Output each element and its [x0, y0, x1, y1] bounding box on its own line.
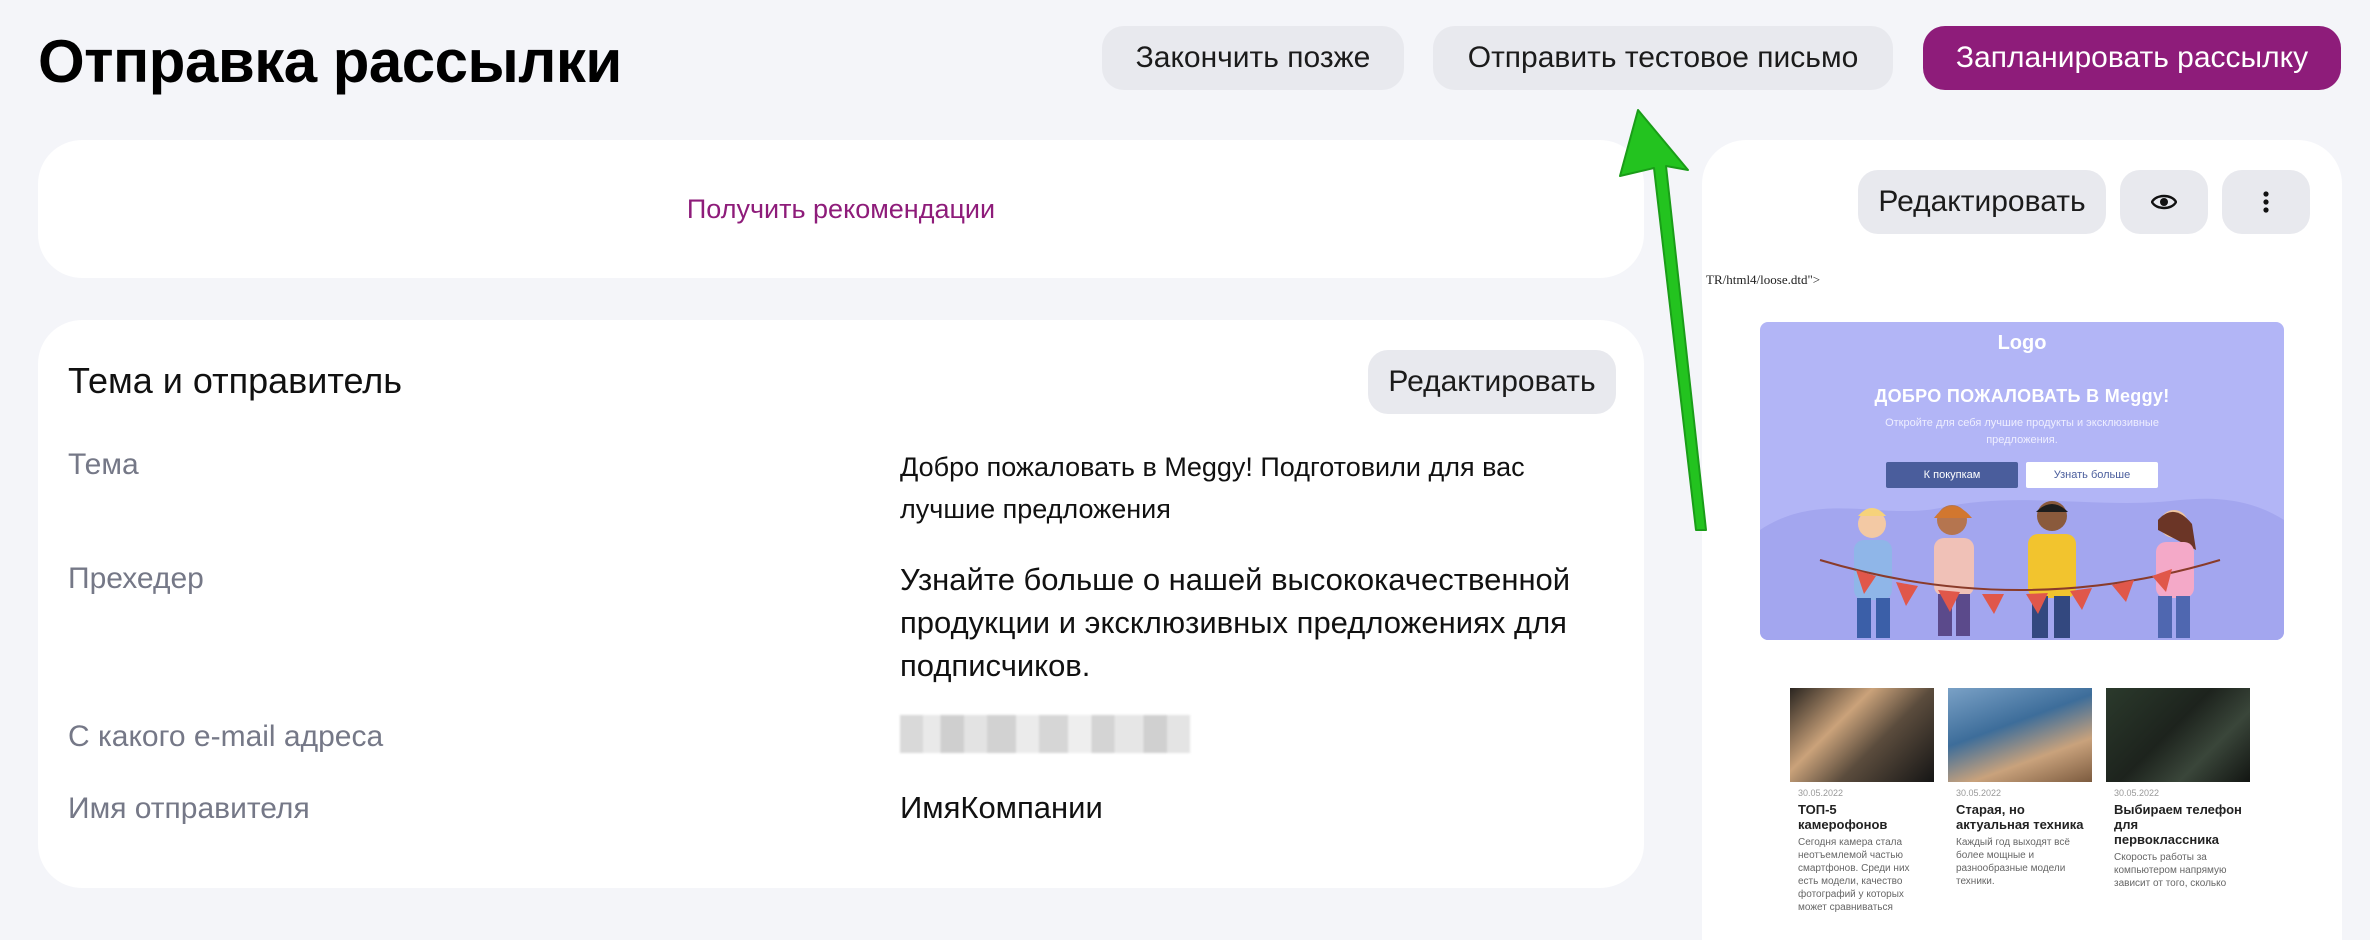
finish-later-button[interactable]: Закончить позже — [1102, 26, 1404, 90]
more-options-button[interactable] — [2222, 170, 2310, 234]
recommendations-card: Получить рекомендации — [38, 140, 1644, 278]
product-card-1[interactable]: 30.05.2022 ТОП-5 камерофонов Сегодня кам… — [1790, 688, 1934, 928]
edit-subject-button[interactable]: Редактировать — [1368, 350, 1616, 414]
section-title: Тема и отправитель — [68, 360, 403, 401]
product-card-3[interactable]: 30.05.2022 Выбираем телефон для первокла… — [2106, 688, 2250, 928]
schedule-campaign-button[interactable]: Запланировать рассылку — [1923, 26, 2341, 90]
sender-name-value: ИмяКомпании — [900, 790, 1103, 825]
product-image-phones — [1790, 688, 1934, 782]
product-card-2[interactable]: 30.05.2022 Старая, но актуальная техника… — [1948, 688, 2092, 928]
welcome-banner: Logo ДОБРО ПОЖАЛОВАТЬ В Meggy! Откройте … — [1760, 322, 2284, 640]
banner-logo: Logo — [1997, 332, 2047, 354]
sender-email-redacted — [900, 715, 1190, 753]
sender-name-label: Имя отправителя — [68, 792, 310, 825]
send-test-email-button[interactable]: Отправить тестовое письмо — [1433, 26, 1893, 90]
product-desc: Каждый год выходят всё более мощные и ра… — [1956, 837, 2070, 887]
annotation-arrow — [1619, 109, 1707, 531]
product-name: Старая, но актуальная техника — [1956, 802, 2084, 832]
subject-sender-card: Тема и отправитель Редактировать Тема До… — [38, 320, 1644, 888]
welcome-illustration — [1760, 498, 2284, 640]
edit-preview-button[interactable]: Редактировать — [1858, 170, 2106, 234]
page-title: Отправка рассылки — [38, 28, 622, 95]
more-vertical-icon — [2263, 191, 2269, 213]
email-preview-card: Редактировать TR/html4/loose.dtd"> Logo … — [1702, 140, 2342, 940]
product-date: 30.05.2022 — [1798, 788, 1844, 798]
product-image-phone-dark — [2106, 688, 2250, 782]
subject-value: Добро пожаловать в Meggy! Подготовили дл… — [900, 452, 1525, 524]
preheader-value: Узнайте больше о нашей высококачественно… — [900, 562, 1571, 683]
eye-icon — [2151, 194, 2177, 210]
product-image-laptop — [1948, 688, 2092, 782]
product-date: 30.05.2022 — [2114, 788, 2160, 798]
banner-heading: ДОБРО ПОЖАЛОВАТЬ В Meggy! — [1874, 386, 2170, 406]
product-desc: Скорость работы за компьютером напрямую … — [2114, 852, 2227, 889]
sender-email-label: С какого e-mail адреса — [68, 720, 384, 753]
product-name: ТОП-5 камерофонов — [1798, 802, 1888, 832]
banner-subtext: Откройте для себя лучшие продукты и экск… — [1885, 417, 2159, 446]
product-date: 30.05.2022 — [1956, 788, 2002, 798]
banner-learn-more-button[interactable]: Узнать больше — [2026, 462, 2158, 488]
product-desc: Сегодня камера стала неотъемлемой частью… — [1798, 837, 1910, 913]
preview-eye-button[interactable] — [2120, 170, 2208, 234]
subject-label: Тема — [68, 448, 139, 481]
banner-shop-button[interactable]: К покупкам — [1886, 462, 2018, 488]
get-recommendations-link[interactable]: Получить рекомендации — [38, 194, 1644, 225]
product-name: Выбираем телефон для первоклассника — [2114, 802, 2242, 847]
preheader-label: Прехедер — [68, 562, 204, 595]
